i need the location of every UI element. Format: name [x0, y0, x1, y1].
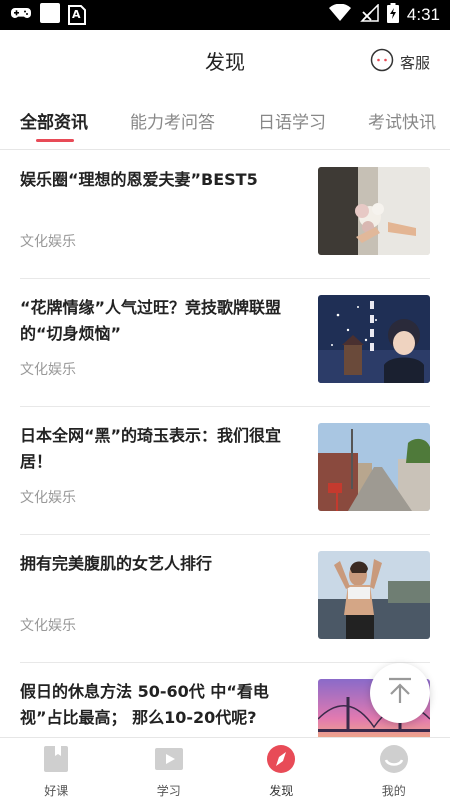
article-title: “花牌情缘”人气过旺？竞技歌牌联盟的“切身烦恼”: [20, 298, 282, 343]
nav-label-study: 学习: [156, 784, 181, 798]
article-title: 日本全网“黑”的琦玉表示：我们很宜居！: [20, 426, 282, 471]
article-thumbnail-fitness-woman: [318, 551, 430, 639]
sim-notification-icon: A: [68, 5, 86, 25]
article-card[interactable]: 日本全网“黑”的琦玉表示：我们很宜居！ 文化娱乐: [20, 407, 430, 535]
article-card[interactable]: “花牌情缘”人气过旺？竞技歌牌联盟的“切身烦恼” 文化娱乐: [20, 279, 430, 407]
book-icon: [41, 744, 71, 778]
tab-exam-news[interactable]: 考试快讯: [368, 108, 436, 133]
customer-service-button[interactable]: 客服: [370, 48, 430, 76]
blank-app-icon: [40, 3, 60, 27]
article-card[interactable]: 娱乐圈“理想的恩爱夫妻”BEST5 文化娱乐: [20, 151, 430, 279]
nav-label-profile: 我的: [381, 784, 406, 798]
article-title: 娱乐圈“理想的恩爱夫妻”BEST5: [20, 170, 258, 189]
status-time: 4:31: [406, 5, 440, 24]
tab-japanese-learning[interactable]: 日语学习: [258, 108, 326, 133]
nav-item-profile[interactable]: 我的: [338, 738, 450, 800]
article-thumbnail-bride-bouquet: [318, 167, 430, 255]
article-title: 假日的休息方法 50-60代 中“看电视”占比最高； 那么10-20代呢?: [20, 682, 269, 727]
page-title: 发现: [205, 49, 245, 74]
article-category: 文化娱乐: [20, 618, 76, 634]
article-title: 拥有完美腹肌的女艺人排行: [20, 554, 213, 573]
chat-face-icon: [370, 48, 394, 76]
active-tab-indicator: [36, 139, 74, 142]
nav-item-courses[interactable]: 好课: [0, 738, 113, 800]
nav-item-study[interactable]: 学习: [113, 738, 226, 800]
category-tabs: 全部资讯 能力考问答 日语学习 考试快讯: [0, 90, 450, 150]
play-icon: [154, 744, 184, 778]
tab-ability-qa[interactable]: 能力考问答: [130, 108, 215, 133]
article-category: 文化娱乐: [20, 362, 76, 378]
sim-label: A: [72, 8, 81, 21]
gamepad-icon: [10, 5, 32, 25]
nav-item-discover[interactable]: 发现: [225, 738, 338, 800]
article-thumbnail-anime-night-scene: [318, 295, 430, 383]
nav-label-courses: 好课: [44, 784, 69, 798]
customer-service-label: 客服: [399, 53, 430, 72]
article-card[interactable]: 拥有完美腹肌的女艺人排行 文化娱乐: [20, 535, 430, 663]
article-card[interactable]: 假日的休息方法 50-60代 中“看电视”占比最高； 那么10-20代呢?: [20, 663, 430, 737]
scroll-to-top-button[interactable]: [370, 663, 430, 723]
battery-icon: [386, 3, 399, 27]
wifi-icon: [328, 3, 351, 26]
signal-icon: [359, 3, 379, 26]
bottom-navigation: 好课 学习 发现 我的: [0, 737, 450, 800]
article-category: 文化娱乐: [20, 490, 76, 506]
article-category: 文化娱乐: [20, 234, 76, 250]
profile-icon: [379, 744, 409, 778]
article-thumbnail-japanese-street: [318, 423, 430, 511]
arrow-up-icon: [387, 677, 413, 709]
app-header: 发现 客服: [0, 30, 450, 90]
article-feed[interactable]: 娱乐圈“理想的恩爱夫妻”BEST5 文化娱乐 “花牌情缘”人气过旺？竞技歌牌联盟…: [0, 151, 450, 737]
tab-all-news[interactable]: 全部资讯: [20, 108, 88, 133]
nav-label-discover: 发现: [269, 784, 294, 798]
compass-icon: [266, 744, 296, 778]
status-bar: A 4:31: [0, 0, 450, 30]
